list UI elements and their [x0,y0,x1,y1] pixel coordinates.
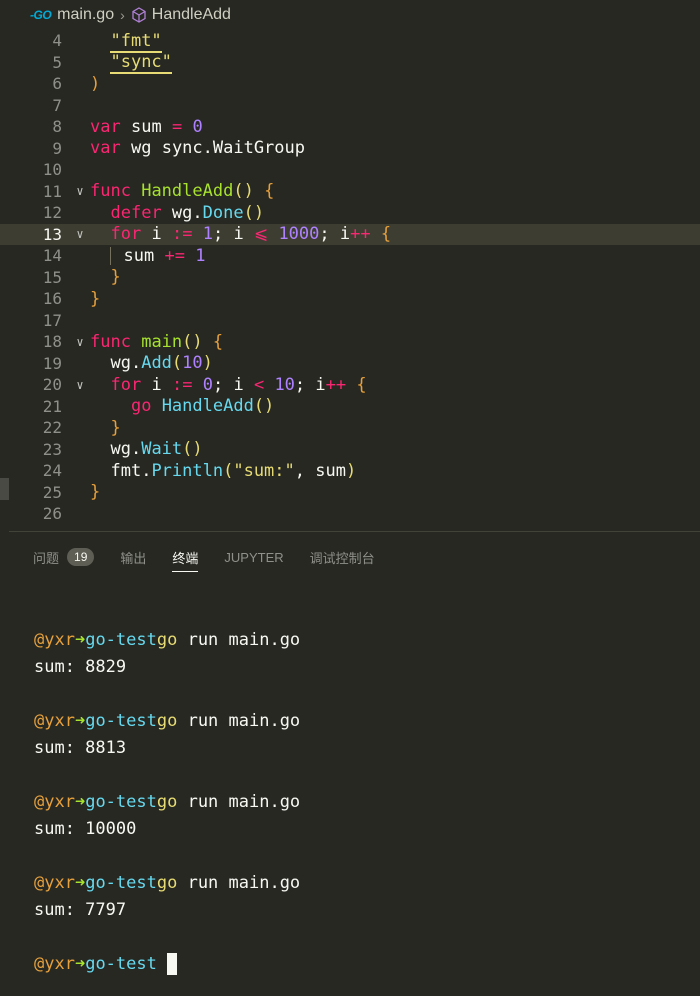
arrow-right-icon: ➜ [74,792,86,812]
go-file-icon: -GO [30,8,52,22]
indent-guide [110,246,112,265]
arrow-right-icon: ➜ [74,630,86,650]
code-line[interactable]: 9 var wg sync.WaitGroup [0,138,700,160]
line-number: 26 [42,504,62,524]
terminal-prompt: @yxr ➜ go-test go run main.go [34,711,301,731]
code-line[interactable]: 19 wg.Add(10) [0,353,700,375]
tab-debug-console[interactable]: 调试控制台 [310,542,375,572]
line-number: 19 [42,353,62,373]
terminal-prompt: @yxr ➜ go-test go run main.go [34,792,301,812]
code-line[interactable]: 20 ∨ for i := 0; i < 10; i++ { [0,374,700,396]
chevron-down-icon[interactable]: ∨ [70,184,90,198]
terminal-output: sum: 8829 [34,657,127,677]
line-number: 25 [42,482,62,502]
terminal-output: sum: 8813 [34,738,127,758]
breadcrumb-file[interactable]: main.go [57,6,114,24]
code-line[interactable]: 15 } [0,267,700,289]
breadcrumb-symbol[interactable]: HandleAdd [152,6,231,24]
arrow-right-icon: ➜ [74,954,86,974]
chevron-down-icon[interactable]: ∨ [70,227,90,241]
tab-problems[interactable]: 问题 19 [33,542,95,572]
problems-count-badge: 19 [67,548,95,566]
terminal-output: sum: 10000 [34,819,137,839]
chevron-right-icon: › [120,7,125,23]
code-line[interactable]: 16 } [0,288,700,310]
line-number: 12 [42,203,62,223]
line-number: 13 [42,224,62,244]
line-number: 8 [52,117,62,137]
line-number: 17 [42,310,62,330]
line-number: 6 [52,74,62,94]
breadcrumb: -GO main.go › HandleAdd [0,0,700,30]
line-number: 5 [52,52,62,72]
line-number: 14 [42,246,62,266]
code-line[interactable]: 12 defer wg.Done() [0,202,700,224]
terminal-cursor [166,953,177,975]
code-line[interactable]: 25 } [0,482,700,504]
line-number: 9 [52,138,62,158]
line-number: 7 [52,95,62,115]
code-line[interactable]: 4 "fmt" [0,30,700,53]
code-line[interactable]: 24 fmt.Println("sum:", sum) [0,460,700,482]
code-line[interactable]: 17 [0,310,700,332]
code-line[interactable]: 14 sum += 1 [0,245,700,267]
code-line-active[interactable]: 13 ∨ for i := 1; i ⩽ 1000; i++ { [0,223,700,245]
tab-terminal[interactable]: 终端 [172,542,199,572]
code-line[interactable]: 11 ∨ func HandleAdd() { [0,181,700,203]
line-number: 22 [42,418,62,438]
terminal-prompt-current[interactable]: @yxr ➜ go-test [34,952,177,976]
terminal-prompt: @yxr ➜ go-test go run main.go [34,873,301,893]
code-line[interactable]: 6 ) [0,73,700,95]
code-line[interactable]: 22 } [0,417,700,439]
line-number: 4 [52,31,62,51]
line-number: 10 [42,160,62,180]
code-line[interactable]: 26 [0,503,700,525]
code-line[interactable]: 21 go HandleAdd() [0,396,700,418]
terminal-output: sum: 7797 [34,900,127,920]
line-number: 24 [42,461,62,481]
terminal-prompt: @yxr ➜ go-test go run main.go [34,630,301,650]
line-number: 20 [42,375,62,395]
code-line[interactable]: 8 var sum = 0 [0,116,700,138]
arrow-right-icon: ➜ [74,873,86,893]
code-line[interactable]: 18 ∨ func main() { [0,331,700,353]
code-line[interactable]: 10 [0,159,700,181]
chevron-down-icon[interactable]: ∨ [70,378,90,392]
bottom-panel: 问题 19 输出 终端 JUPYTER 调试控制台 [9,531,700,996]
tab-jupyter[interactable]: JUPYTER [224,542,283,572]
code-editor[interactable]: 4 "fmt" 5 "sync" 6 ) 7 8 var sum = 0 9 v… [0,30,700,530]
panel-tabs: 问题 19 输出 终端 JUPYTER 调试控制台 [33,542,401,572]
line-number: 16 [42,289,62,309]
line-number: 15 [42,267,62,287]
tab-output[interactable]: 输出 [120,542,146,572]
code-line[interactable]: 5 "sync" [0,52,700,75]
code-line[interactable]: 23 wg.Wait() [0,439,700,461]
arrow-right-icon: ➜ [74,711,86,731]
line-number: 11 [42,181,62,201]
code-line[interactable]: 7 [0,95,700,117]
method-cube-icon [132,7,146,23]
line-number: 18 [42,332,62,352]
line-number: 21 [42,396,62,416]
chevron-down-icon[interactable]: ∨ [70,335,90,349]
line-number: 23 [42,439,62,459]
